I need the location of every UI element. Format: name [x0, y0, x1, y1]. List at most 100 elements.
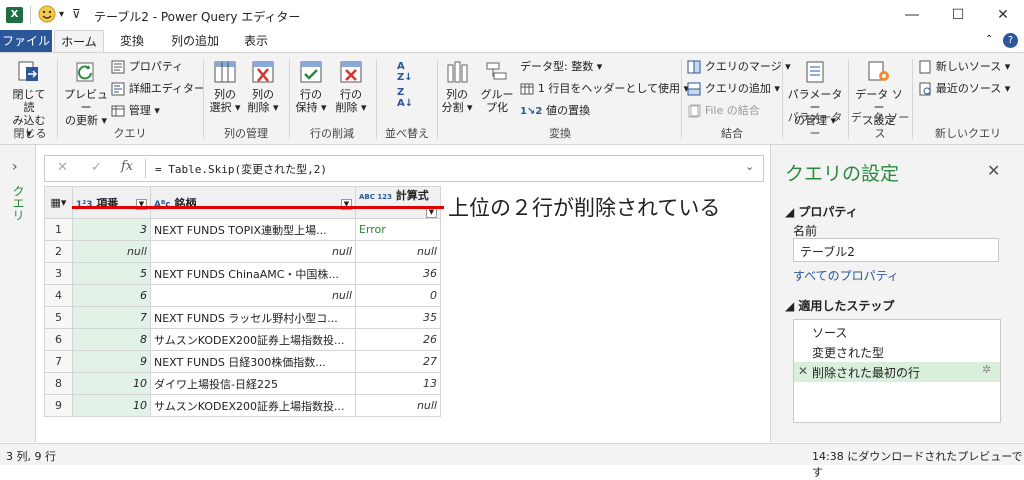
append-queries-button[interactable]: クエリの追加 ▾ — [687, 81, 780, 96]
cell-error[interactable]: Error — [355, 218, 441, 241]
expand-queries-icon[interactable]: › — [12, 159, 18, 175]
cell-brand[interactable]: ダイワ上場投信-日経225 — [150, 372, 356, 395]
combine-files-button[interactable]: File の結合 — [687, 103, 760, 118]
replace-values-button[interactable]: 1↘2 値の置換 — [520, 103, 590, 117]
status-preview-time: 14:38 にダウンロードされたプレビューです — [812, 450, 1023, 479]
step-removed-top-rows[interactable]: ✕ 削除された最初の行 ✲ — [794, 362, 1000, 382]
cell-formula[interactable]: 26 — [355, 328, 441, 351]
row-number[interactable]: 8 — [44, 372, 73, 395]
tab-home[interactable]: ホーム — [54, 30, 104, 52]
cell-item-no[interactable]: 7 — [72, 306, 151, 329]
choose-columns-button[interactable]: 列の 選択 ▾ — [208, 59, 242, 114]
delete-step-icon[interactable]: ✕ — [798, 364, 808, 378]
maximize-button[interactable]: ☐ — [935, 0, 981, 30]
cell-brand[interactable]: NEXT FUNDS TOPIX連動型上場... — [150, 218, 356, 241]
new-source-button[interactable]: 新しいソース ▾ — [918, 59, 1010, 74]
row-number[interactable]: 1 — [44, 218, 73, 241]
split-column-button[interactable]: 列の 分割 ▾ — [440, 59, 474, 114]
minimize-button[interactable]: ― — [889, 0, 935, 30]
formula-input[interactable]: = Table.Skip(変更された型,2) — [155, 161, 327, 177]
cell-formula[interactable]: null — [355, 394, 441, 417]
close-window-button[interactable]: ✕ — [980, 0, 1024, 30]
keep-rows-button[interactable]: 行の 保持 ▾ — [294, 59, 328, 114]
cell-item-no[interactable]: 5 — [72, 262, 151, 285]
cell-formula[interactable]: 27 — [355, 350, 441, 373]
expand-formula-icon[interactable]: ⌄ — [745, 160, 754, 173]
group-separator — [203, 59, 204, 139]
help-icon[interactable]: ? — [1003, 33, 1018, 48]
cell-formula[interactable]: 13 — [355, 372, 441, 395]
cell-brand[interactable]: サムスンKODEX200証券上場指数投... — [150, 328, 356, 351]
recent-sources-label: 最近のソース ▾ — [935, 82, 1011, 95]
step-settings-gear-icon[interactable]: ✲ — [982, 363, 991, 376]
group-separator — [912, 59, 913, 139]
commit-formula-icon[interactable]: ✓ — [91, 160, 102, 175]
tab-add-column[interactable]: 列の追加 — [160, 30, 230, 52]
applied-steps-section[interactable]: ◢ 適用したステップ — [785, 297, 894, 314]
table-menu-icon[interactable]: ▦▾ — [44, 186, 73, 219]
cell-item-no[interactable]: null — [72, 240, 151, 263]
column-header-brand[interactable]: Aᴮc 銘柄 ▼ — [150, 186, 356, 219]
properties-section[interactable]: ◢ プロパティ — [785, 203, 858, 220]
step-source[interactable]: ソース — [794, 322, 1000, 342]
remove-rows-button[interactable]: 行の 削除 ▾ — [334, 59, 368, 114]
row-number[interactable]: 9 — [44, 394, 73, 417]
cell-item-no[interactable]: 8 — [72, 328, 151, 351]
cell-formula[interactable]: 36 — [355, 262, 441, 285]
row-number[interactable]: 3 — [44, 262, 73, 285]
step-changed-type[interactable]: 変更された型 — [794, 342, 1000, 362]
cell-item-no[interactable]: 10 — [72, 372, 151, 395]
use-first-row-header-button[interactable]: 1 行目をヘッダーとして使用 ▾ — [520, 81, 689, 96]
cancel-formula-icon[interactable]: ✕ — [57, 160, 68, 175]
cell-item-no[interactable]: 10 — [72, 394, 151, 417]
cell-brand[interactable]: null — [150, 284, 356, 307]
query-name-input[interactable]: テーブル2 — [793, 238, 999, 262]
group-separator — [681, 59, 682, 139]
all-properties-link[interactable]: すべてのプロパティ — [793, 267, 899, 284]
recent-sources-button[interactable]: 最近のソース ▾ — [918, 81, 1010, 96]
row-number[interactable]: 5 — [44, 306, 73, 329]
row-number[interactable]: 7 — [44, 350, 73, 373]
cell-item-no[interactable]: 6 — [72, 284, 151, 307]
tab-transform[interactable]: 変換 — [108, 30, 156, 52]
remove-columns-button[interactable]: 列の 削除 ▾ — [246, 59, 280, 114]
tab-view[interactable]: 表示 — [234, 30, 278, 52]
data-type-button[interactable]: データ型: 整数 ▾ — [520, 59, 602, 73]
tab-file[interactable]: ファイル — [0, 30, 52, 52]
cell-brand[interactable]: NEXT FUNDS 日経300株価指数... — [150, 350, 356, 373]
group-by-button[interactable]: グルー プ化 — [480, 59, 514, 114]
remove-rows-label-2: 削除 ▾ — [335, 101, 367, 114]
row-number[interactable]: 2 — [44, 240, 73, 263]
queries-sidebar-label[interactable]: クエリ — [10, 185, 27, 221]
row-number[interactable]: 6 — [44, 328, 73, 351]
cell-item-no[interactable]: 3 — [72, 218, 151, 241]
cell-brand[interactable]: null — [150, 240, 356, 263]
properties-button[interactable]: プロパティ — [111, 59, 183, 74]
smiley-icon[interactable] — [38, 5, 56, 28]
cell-brand[interactable]: サムスンKODEX200証券上場指数投... — [150, 394, 356, 417]
manage-button[interactable]: 管理 ▾ — [111, 103, 160, 118]
qat-dropdown-icon[interactable]: ▾ — [59, 5, 64, 25]
group-label-parameters: パラメーター — [787, 111, 843, 140]
collapse-ribbon-icon[interactable]: ⌃ — [985, 34, 993, 45]
sort-descending-icon[interactable]: Z A↓ — [397, 87, 413, 109]
choose-columns-icon — [214, 61, 236, 83]
merge-queries-button[interactable]: クエリのマージ ▾ — [687, 59, 791, 74]
cell-brand[interactable]: NEXT FUNDS ラッセル野村小型コ... — [150, 306, 356, 329]
cell-formula[interactable]: 35 — [355, 306, 441, 329]
sort-ascending-icon[interactable]: A Z↓ — [397, 61, 413, 83]
close-settings-icon[interactable]: ✕ — [987, 161, 1000, 180]
group-label-columns: 列の管理 — [224, 127, 268, 140]
refresh-preview-button[interactable]: プレビュー の更新 ▾ — [62, 59, 110, 127]
advanced-editor-button[interactable]: 詳細エディター — [111, 81, 205, 96]
column-header-formula[interactable]: ABC 123 計算式 ▼ — [355, 186, 441, 219]
column-header-item-no[interactable]: 1²3 項番 ▼ — [72, 186, 151, 219]
cell-brand[interactable]: NEXT FUNDS ChinaAMC・中国株... — [150, 262, 356, 285]
any-type-icon[interactable]: ABC 123 — [359, 193, 392, 201]
cell-formula[interactable]: 0 — [355, 284, 441, 307]
cell-formula[interactable]: null — [355, 240, 441, 263]
cell-item-no[interactable]: 9 — [72, 350, 151, 373]
qat-customize-icon[interactable]: ⊽ — [72, 4, 81, 24]
fx-icon[interactable]: fx — [121, 159, 133, 174]
row-number[interactable]: 4 — [44, 284, 73, 307]
